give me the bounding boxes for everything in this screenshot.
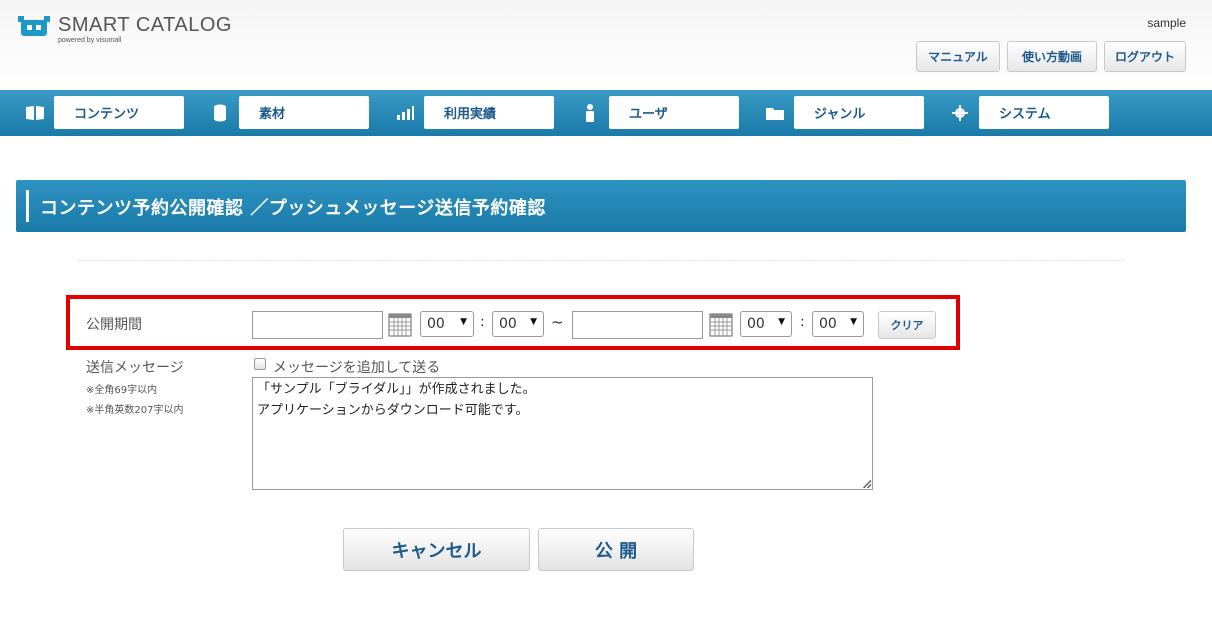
nav-label: ユーザ xyxy=(609,96,739,129)
end-minute-value: 00 xyxy=(819,316,837,332)
section-accent xyxy=(26,190,29,222)
message-textarea[interactable]: 「サンプル「ブライダル」」が作成されました。 アプリケーションからダウンロード可… xyxy=(252,377,873,490)
book-icon xyxy=(16,96,54,129)
end-hour-select[interactable]: 00 ▼ xyxy=(740,311,792,337)
start-hour-select[interactable]: 00 ▼ xyxy=(420,311,474,337)
nav-label: 素材 xyxy=(239,96,369,129)
message-line: 「サンプル「ブライダル」」が作成されました。 xyxy=(257,382,536,397)
header: SMART CATALOG powered by visumall sample… xyxy=(0,0,1212,90)
resize-grip-icon[interactable] xyxy=(863,480,871,488)
database-icon xyxy=(201,96,239,129)
section-header: コンテンツ予約公開確認 ／プッシュメッセージ送信予約確認 xyxy=(16,180,1186,232)
nav-label: ジャンル xyxy=(794,96,924,129)
calendar-icon[interactable] xyxy=(388,313,412,337)
app-logo[interactable]: SMART CATALOG powered by visumall xyxy=(18,14,232,45)
nav-label: システム xyxy=(979,96,1109,129)
nav-item-usage[interactable]: 利用実績 xyxy=(386,96,554,129)
user-icon xyxy=(571,96,609,129)
time-colon: : xyxy=(480,314,485,330)
nav-label: コンテンツ xyxy=(54,96,184,129)
calendar-icon[interactable] xyxy=(709,313,733,337)
dropdown-arrow-icon: ▼ xyxy=(850,317,857,327)
nav-item-user[interactable]: ユーザ xyxy=(571,96,739,129)
start-minute-value: 00 xyxy=(499,316,517,332)
publish-button[interactable]: 公 開 xyxy=(538,528,694,571)
start-minute-select[interactable]: 00 ▼ xyxy=(492,311,544,337)
range-separator: ~ xyxy=(551,313,564,331)
end-hour-value: 00 xyxy=(747,316,765,332)
dropdown-arrow-icon: ▼ xyxy=(530,317,537,327)
start-hour-value: 00 xyxy=(427,316,445,332)
clear-button[interactable]: クリア xyxy=(878,311,936,339)
end-minute-select[interactable]: 00 ▼ xyxy=(812,311,864,337)
header-buttons: マニュアル 使い方動画 ログアウト xyxy=(916,41,1186,72)
start-date-input[interactable] xyxy=(252,311,383,339)
dropdown-arrow-icon: ▼ xyxy=(778,317,785,327)
logo-title: SMART CATALOG xyxy=(58,14,232,36)
folder-icon xyxy=(756,96,794,129)
howto-video-button[interactable]: 使い方動画 xyxy=(1007,41,1097,72)
nav-item-contents[interactable]: コンテンツ xyxy=(16,96,184,129)
divider xyxy=(78,260,1124,261)
period-label: 公開期間 xyxy=(86,317,142,333)
bar-chart-icon xyxy=(386,96,424,129)
time-colon: : xyxy=(800,314,805,330)
page-title: コンテンツ予約公開確認 ／プッシュメッセージ送信予約確認 xyxy=(40,198,546,219)
robot-logo-icon xyxy=(18,16,50,38)
main-nav: コンテンツ 素材 利用実績 ユーザ ジャンル システム xyxy=(0,90,1212,136)
add-message-checkbox[interactable] xyxy=(254,358,266,370)
half-width-note: ※半角英数207字以内 xyxy=(86,405,184,416)
nav-item-genre[interactable]: ジャンル xyxy=(756,96,924,129)
nav-item-system[interactable]: システム xyxy=(941,96,1109,129)
nav-label: 利用実績 xyxy=(424,96,554,129)
cancel-button[interactable]: キャンセル xyxy=(343,528,530,571)
message-line: アプリケーションからダウンロード可能です。 xyxy=(257,403,529,418)
add-message-label[interactable]: メッセージを追加して送る xyxy=(273,357,440,377)
logout-button[interactable]: ログアウト xyxy=(1104,41,1186,72)
end-date-input[interactable] xyxy=(572,311,703,339)
message-label: 送信メッセージ xyxy=(86,360,184,376)
dropdown-arrow-icon: ▼ xyxy=(460,317,467,327)
manual-button[interactable]: マニュアル xyxy=(916,41,1000,72)
full-width-note: ※全角69字以内 xyxy=(86,385,158,396)
username: sample xyxy=(1147,16,1186,30)
logo-subtitle: powered by visumall xyxy=(58,37,122,44)
gear-icon xyxy=(941,96,979,129)
nav-item-materials[interactable]: 素材 xyxy=(201,96,369,129)
